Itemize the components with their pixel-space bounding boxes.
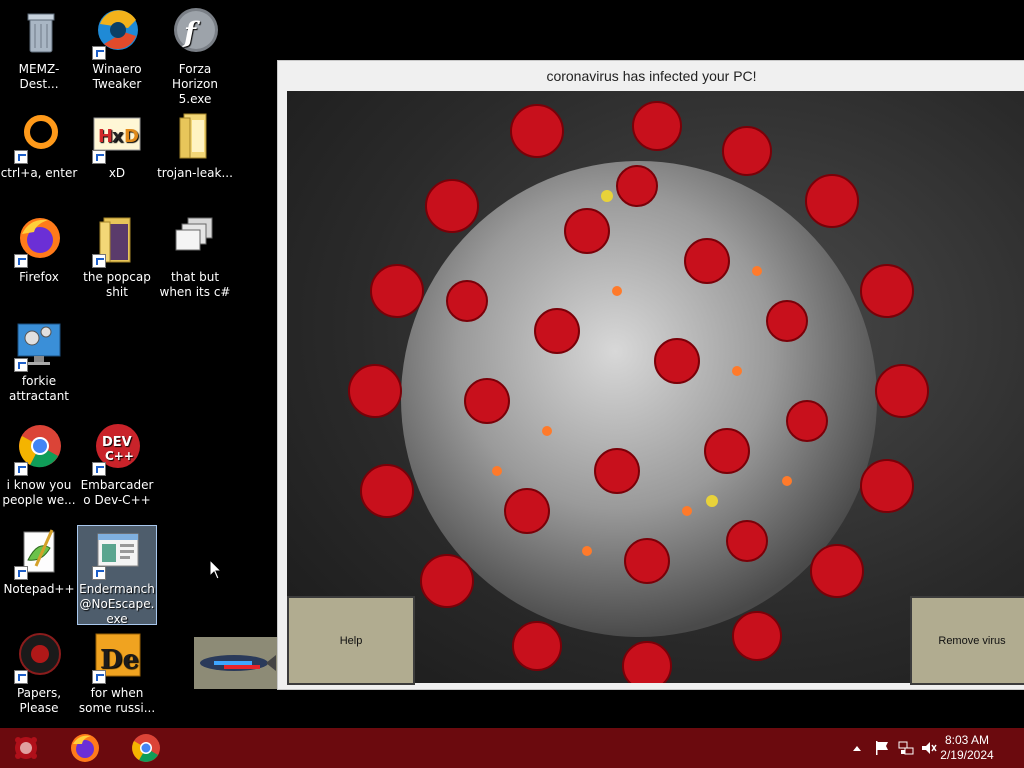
desktop-icon-label: Firefox: [19, 270, 59, 284]
virus-start-icon[interactable]: [10, 732, 42, 764]
shortcut-arrow-icon: [14, 358, 28, 372]
desktop-icon-noescape[interactable]: Endermanch@NoEscape.exe: [77, 525, 157, 626]
desktop-icon-label: Forza Horizon 5.exe: [172, 62, 218, 106]
desktop-icon-label: Winaero Tweaker: [92, 62, 142, 91]
shortcut-arrow-icon: [92, 566, 106, 580]
shortcut-arrow-icon: [92, 462, 106, 476]
remove-virus-button[interactable]: Remove virus: [910, 596, 1024, 685]
remove-virus-button-label: Remove virus: [938, 634, 1006, 647]
mouse-cursor-icon: [210, 560, 222, 580]
desktop-icon-label: Papers, Please: [16, 686, 62, 715]
taskbar: 8:03 AM 2/19/2024: [0, 728, 1024, 768]
fish-image: [194, 637, 277, 689]
clock-time: 8:03 AM: [944, 733, 990, 747]
desktop-icon-label: the popcap shit: [83, 270, 151, 299]
desktop-icon-chrome[interactable]: i know you people we...: [0, 422, 78, 508]
desktop-icon-de[interactable]: De for when some russi...: [78, 630, 156, 716]
shortcut-arrow-icon: [14, 254, 28, 268]
help-button-label: Help: [339, 634, 363, 647]
flag-icon[interactable]: [874, 740, 890, 756]
flash-player-icon: f: [174, 8, 218, 52]
desktop-icon-memz[interactable]: MEMZ-Dest...: [0, 6, 78, 92]
desktop-icon-papers-please[interactable]: Papers, Please: [0, 630, 78, 716]
window-title: coronavirus has infected your PC!: [546, 68, 757, 84]
firefox-icon[interactable]: [69, 732, 101, 764]
virus-window[interactable]: coronavirus has infected your PC! Help R…: [277, 60, 1024, 690]
desktop-icon-forza[interactable]: f Forza Horizon 5.exe: [156, 6, 234, 107]
desktop-icon-xd[interactable]: H x D xD: [78, 110, 156, 181]
desktop-icon-label: i know you people we...: [2, 478, 76, 507]
desktop-icon-label: trojan-leak...: [157, 166, 233, 180]
shortcut-arrow-icon: [92, 46, 106, 60]
taskbar-clock[interactable]: 8:03 AM 2/19/2024: [932, 733, 1002, 763]
desktop-icon-winaero[interactable]: Winaero Tweaker: [78, 6, 156, 92]
show-hidden-icon[interactable]: [852, 744, 862, 752]
shortcut-arrow-icon: [14, 670, 28, 684]
clock-date: 2/19/2024: [940, 748, 994, 762]
shortcut-arrow-icon: [92, 150, 106, 164]
virus-image: [287, 91, 1024, 683]
shortcut-arrow-icon: [92, 670, 106, 684]
desktop-icon-that-but-csharp[interactable]: that but when its c#: [156, 214, 234, 300]
shortcut-arrow-icon: [92, 254, 106, 268]
desktop-icon-forkie-attractant[interactable]: forkie attractant: [0, 318, 78, 404]
desktop-icon-label: Embarcadero Dev-C++: [80, 478, 154, 507]
desktop-icon-firefox[interactable]: Firefox: [0, 214, 78, 285]
desktop-icon-label: that but when its c#: [159, 270, 231, 299]
svg-text:D: D: [124, 126, 139, 147]
desktop-icon-label: for when some russi...: [78, 686, 156, 715]
recycle-bin-icon: [27, 13, 55, 53]
help-button[interactable]: Help: [287, 596, 415, 685]
svg-text:C++: C++: [105, 449, 134, 463]
chrome-icon[interactable]: [130, 732, 162, 764]
desktop-icon-label: MEMZ-Dest...: [18, 62, 60, 91]
desktop-icon-trojan-leak[interactable]: trojan-leak...: [156, 110, 234, 181]
desktop-icon-ctrl-a-enter[interactable]: ctrl+a, enter: [0, 110, 78, 181]
windows-stack-icon: [175, 217, 213, 251]
svg-text:x: x: [112, 126, 124, 147]
desktop-icon-label: Notepad++: [3, 582, 75, 596]
folder-icon: [179, 113, 207, 159]
network-icon[interactable]: [898, 740, 914, 756]
shortcut-arrow-icon: [14, 462, 28, 476]
desktop-icon-label: xD: [108, 166, 126, 180]
desktop-icon-label: ctrl+a, enter: [0, 166, 78, 180]
svg-text:DEV: DEV: [102, 435, 132, 450]
coronavirus-icon: [348, 101, 929, 683]
shortcut-arrow-icon: [14, 150, 28, 164]
desktop-icon-label: forkie attractant: [8, 374, 70, 403]
desktop-icon-devcpp[interactable]: DEV C++ Embarcadero Dev-C++: [78, 422, 156, 508]
desktop-icon-label: Endermanch@NoEscape.exe: [79, 582, 155, 626]
shortcut-arrow-icon: [14, 566, 28, 580]
svg-text:H: H: [98, 126, 113, 147]
desktop-icon-popcap[interactable]: the popcap shit: [78, 214, 156, 300]
desktop-icon-notepad-plus[interactable]: Notepad++: [0, 526, 78, 597]
